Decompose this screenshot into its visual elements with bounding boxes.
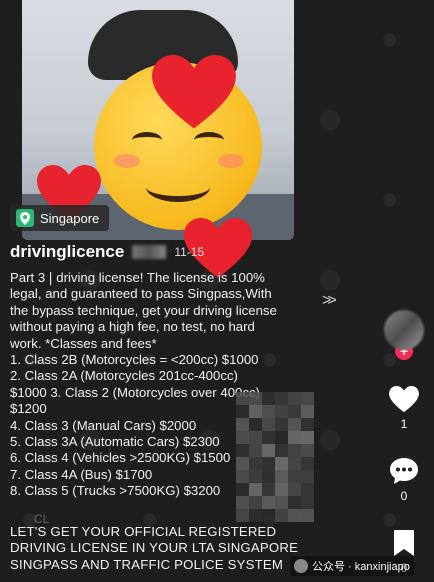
mosaic-block — [288, 405, 301, 418]
heart-sticker-icon — [150, 55, 238, 131]
expand-caption-icon[interactable]: >> — [322, 292, 337, 310]
mosaic-block — [236, 418, 249, 431]
mosaic-block — [275, 405, 288, 418]
mosaic-block — [262, 457, 275, 470]
mosaic-block — [262, 509, 275, 522]
mosaic-block — [249, 392, 262, 405]
wechat-icon — [294, 559, 308, 573]
watermark-text: 公众号 · kanxinjiapo — [312, 561, 410, 573]
mosaic-block — [236, 444, 249, 457]
emoji-left-eye — [132, 132, 162, 148]
comment-bubble-icon[interactable] — [389, 457, 419, 485]
mosaic-block — [249, 470, 262, 483]
mosaic-block — [236, 405, 249, 418]
mosaic-block — [275, 418, 288, 431]
mosaic-block — [262, 405, 275, 418]
mosaic-block — [301, 444, 314, 457]
mosaic-block — [275, 470, 288, 483]
emoji-right-blush — [218, 154, 244, 168]
caption-call-to-action: LET'S GET YOUR OFFICIAL REGISTERED DRIVI… — [10, 524, 328, 573]
mosaic-block — [262, 496, 275, 509]
mosaic-block — [288, 444, 301, 457]
mosaic-block — [249, 405, 262, 418]
cta-line: DRIVING LICENSE IN YOUR LTA SINGAPORE — [10, 540, 299, 556]
faded-overlay-text: CL — [34, 512, 50, 526]
mosaic-block — [249, 483, 262, 496]
mosaic-block — [301, 509, 314, 522]
mosaic-block — [288, 483, 301, 496]
mosaic-block — [249, 444, 262, 457]
mosaic-block — [275, 509, 288, 522]
caption-line: 1. Class 2B (Motorcycles = <200cc) $1000 — [10, 352, 259, 368]
post-header: drivinglicence 11-15 — [10, 242, 204, 262]
mosaic-block — [262, 431, 275, 444]
mosaic-block — [301, 483, 314, 496]
emoji-right-eye — [194, 132, 224, 148]
username[interactable]: drivinglicence — [10, 242, 124, 262]
mosaic-block — [236, 496, 249, 509]
mosaic-block — [288, 457, 301, 470]
mosaic-block — [275, 457, 288, 470]
avatar[interactable] — [384, 310, 424, 350]
location-tag[interactable]: Singapore — [10, 205, 110, 231]
blurred-text — [132, 245, 167, 259]
location-label: Singapore — [40, 210, 100, 226]
mosaic-block — [262, 470, 275, 483]
mosaic-block — [249, 457, 262, 470]
mosaic-block — [288, 496, 301, 509]
mosaic-block — [301, 457, 314, 470]
caption-line: legal, and guaranteed to pass Singpass,W… — [10, 286, 272, 302]
mosaic-block — [236, 431, 249, 444]
mosaic-block — [249, 418, 262, 431]
mosaic-block — [288, 418, 301, 431]
caption-line: Part 3❘driving license! The license is 1… — [10, 270, 265, 285]
mosaic-block — [301, 470, 314, 483]
mosaic-block — [249, 496, 262, 509]
caption-line: work. *Classes and fees* — [10, 335, 157, 351]
cta-line: LET'S GET YOUR OFFICIAL REGISTERED — [10, 523, 277, 539]
mosaic-block — [262, 418, 275, 431]
like-count: 1 — [400, 417, 408, 431]
mosaic-block — [288, 470, 301, 483]
mosaic-block — [288, 509, 301, 522]
mosaic-block — [236, 483, 249, 496]
mosaic-block — [262, 392, 275, 405]
mosaic-block — [275, 496, 288, 509]
mosaic-block — [262, 483, 275, 496]
mosaic-block — [301, 431, 314, 444]
mosaic-block — [275, 431, 288, 444]
mosaic-block — [275, 483, 288, 496]
like-action[interactable]: 1 — [389, 386, 419, 431]
action-sidebar: + 1 0 0 — [384, 310, 424, 575]
mosaic-block — [301, 405, 314, 418]
heart-icon[interactable] — [389, 386, 419, 413]
mosaic-block — [301, 392, 314, 405]
mosaic-block — [236, 392, 249, 405]
caption-line: 2. Class 2A (Motorcycles 201cc-400cc) — [10, 368, 238, 384]
mosaic-block — [262, 444, 275, 457]
emoji-mouth — [146, 172, 210, 202]
cta-line: SINGPASS AND TRAFFIC POLICE SYSTEM — [10, 556, 284, 572]
comment-action[interactable]: 0 — [389, 457, 419, 503]
mosaic-block — [236, 457, 249, 470]
mosaic-block — [249, 509, 262, 522]
mosaic-block — [288, 392, 301, 405]
source-watermark: 公众号 · kanxinjiapo — [290, 556, 414, 576]
mosaic-block — [236, 470, 249, 483]
caption-line: without paying a high fee, no test, no h… — [10, 319, 255, 335]
mosaic-block — [236, 509, 249, 522]
mosaic-block — [288, 431, 301, 444]
mosaic-block — [301, 418, 314, 431]
mosaic-block — [301, 496, 314, 509]
mosaic-block — [275, 392, 288, 405]
post-date: 11-15 — [174, 245, 205, 259]
pixelated-mosaic — [236, 392, 314, 522]
mosaic-block — [275, 444, 288, 457]
comment-count: 0 — [400, 489, 408, 503]
location-pin-icon — [16, 209, 34, 227]
emoji-left-blush — [114, 154, 140, 168]
caption-line: the bypass technique, get your driving l… — [10, 302, 277, 318]
mosaic-block — [249, 431, 262, 444]
bookmark-icon[interactable] — [393, 529, 415, 557]
